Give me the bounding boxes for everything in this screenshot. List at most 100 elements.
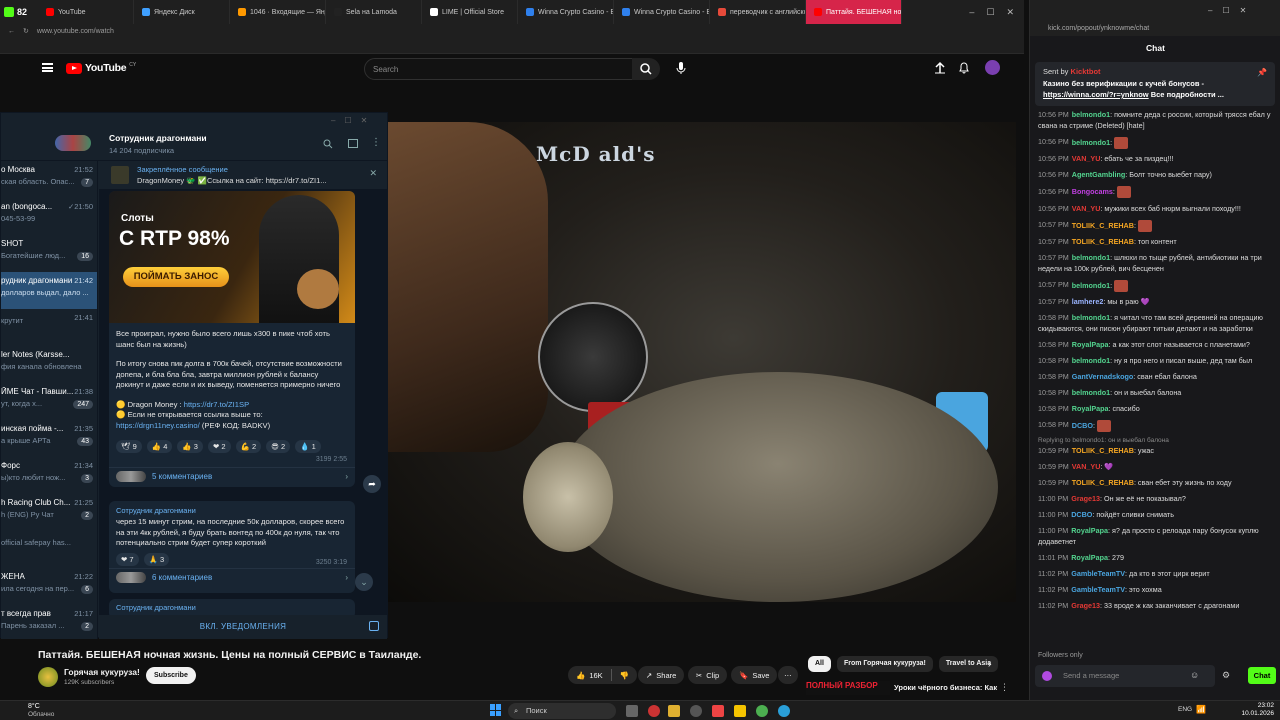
browser-tab[interactable]: 1046 · Входящие — Янде...	[230, 0, 326, 24]
reaction-chip[interactable]: 👍 4	[146, 440, 173, 453]
search-button[interactable]	[632, 58, 660, 80]
chat-list-item[interactable]: official safepay has...	[1, 531, 97, 568]
comments-link-2[interactable]: 6 комментариев ›	[109, 567, 355, 586]
message-username[interactable]: VAN_YU	[1072, 204, 1101, 213]
close-icon[interactable]: ✕	[1006, 7, 1014, 18]
pin-icon[interactable]: 📌	[1257, 68, 1267, 77]
search-input[interactable]: Search	[364, 58, 658, 80]
filter-chip[interactable]: All	[808, 656, 831, 672]
back-icon[interactable]: ←	[8, 28, 15, 35]
chat-list-item[interactable]: крутит 21:41	[1, 309, 97, 346]
browser-tab[interactable]: Яндекс Диск	[134, 0, 230, 24]
chat-list-item[interactable]: an (bongoca... 045-53-99 ✓21:50	[1, 198, 97, 235]
message-username[interactable]: Grage13	[1071, 601, 1100, 610]
subscribe-button[interactable]: Subscribe	[146, 667, 196, 684]
message-username[interactable]: TOLIIK_C_REHAB	[1072, 237, 1134, 246]
settings-icon[interactable]: ⚙	[1222, 670, 1230, 681]
window-controls[interactable]: –☐✕	[1208, 6, 1256, 15]
message-username[interactable]: RoyalPapa	[1071, 526, 1108, 535]
opera-icon[interactable]	[648, 705, 660, 717]
telegram-icon[interactable]	[778, 705, 790, 717]
message-username[interactable]: belmondo1	[1072, 356, 1110, 365]
yandex-icon[interactable]	[712, 705, 724, 717]
channel-name[interactable]: Горячая кукуруза!	[64, 667, 140, 677]
reaction-chip[interactable]: 😎 2	[266, 440, 291, 453]
clip-button[interactable]: ✂ Clip	[688, 666, 728, 684]
message-username[interactable]: GambleTeamTV	[1071, 585, 1125, 594]
create-icon[interactable]	[934, 61, 946, 75]
close-pinned-icon[interactable]: ✕	[369, 168, 377, 179]
chat-input[interactable]: Send a message	[1035, 665, 1215, 687]
file-explorer-icon[interactable]	[668, 705, 680, 717]
chat-list-item[interactable]: ler Notes (Karsse... фия канала обновлена	[1, 346, 97, 383]
post-author[interactable]: Сотрудник драгонмани	[109, 501, 355, 517]
message-username[interactable]: TOLIIK_C_REHAB	[1072, 478, 1134, 487]
browser-tab[interactable]: YouTube	[38, 0, 134, 24]
message-username[interactable]: VAN_YU	[1072, 462, 1101, 471]
chrome-icon[interactable]	[756, 705, 768, 717]
task-view-icon[interactable]	[626, 705, 638, 717]
ad-image[interactable]: Слоты С RTP 98% ПОЙМАТЬ ЗАНОС	[109, 191, 355, 323]
chat-list-item[interactable]: рудник драгонмани долларов выдал, дало ..…	[1, 272, 97, 309]
maximize-icon[interactable]: ☐	[986, 7, 994, 18]
chat-list-item[interactable]: ЙМЕ Чат - Павши... ут, когда х... 21:38 247	[1, 383, 97, 420]
pin-username[interactable]: Kicktbot	[1071, 67, 1101, 76]
sidebar-toggle-icon[interactable]	[348, 139, 358, 148]
clock-time[interactable]: 23:02	[1240, 702, 1274, 709]
browser-tab[interactable]: Паттайя. БЕШЕНАЯ ночн...	[806, 0, 902, 24]
video-player[interactable]: McD ald's	[388, 122, 1016, 602]
filter-chip[interactable]: From Горячая кукуруза!	[836, 656, 933, 672]
message-username[interactable]: DCBO	[1072, 420, 1093, 429]
minimize-icon[interactable]: –	[969, 7, 974, 18]
message-username[interactable]: belmondo1	[1072, 137, 1110, 146]
message-username[interactable]: RoyalPapa	[1071, 553, 1108, 562]
taskbar-search[interactable]: ⌕ Поиск	[508, 703, 616, 719]
message-username[interactable]: AgentGambling	[1072, 170, 1126, 179]
browser-tab[interactable]: Sela на Lamoda	[326, 0, 422, 24]
gift-icon[interactable]	[369, 621, 379, 631]
language-indicator[interactable]: ENG	[1178, 706, 1192, 713]
reaction-chip[interactable]: ❤ 7	[116, 552, 139, 566]
message-username[interactable]: TOLIIK_C_REHAB	[1072, 446, 1134, 455]
reaction-chip[interactable]: 🕊 9	[116, 440, 142, 453]
message-username[interactable]: lamhere2	[1072, 297, 1104, 306]
reload-icon[interactable]: ↻	[23, 27, 29, 35]
channel-title[interactable]: Сотрудник драгонмани	[109, 133, 207, 143]
reaction-chip[interactable]: 🙏 3	[143, 552, 170, 566]
pinned-chat-message[interactable]: Sent by Kicktbot Казино без верификации …	[1035, 62, 1275, 106]
youtube-logo[interactable]: YouTube CY	[66, 62, 136, 74]
forward-icon[interactable]: ➦	[363, 475, 381, 493]
message-username[interactable]: TOLIIK_C_REHAB	[1072, 220, 1134, 229]
chat-list-item[interactable]: ЖЕНА ила сегодня на пер... 21:22 6	[1, 568, 97, 605]
notifications-toggle[interactable]: ВКЛ. УВЕДОМЛЕНИЯ	[99, 615, 387, 639]
message-username[interactable]: VAN_YU	[1072, 154, 1101, 163]
message-username[interactable]: belmondo1	[1072, 110, 1110, 119]
reaction-chip[interactable]: ❤ 2	[207, 440, 231, 453]
message-username[interactable]: belmondo1	[1072, 253, 1110, 262]
message-username[interactable]: belmondo1	[1072, 280, 1110, 289]
chat-list-item[interactable]: о Москва ская область. Опас... 21:52 7	[1, 161, 97, 198]
message-username[interactable]: GantVernadskogo	[1072, 372, 1134, 381]
more-menu-icon[interactable]: ⋮	[371, 137, 381, 148]
more-actions-button[interactable]: ⋯	[778, 666, 798, 684]
save-button[interactable]: 🔖 Save	[731, 666, 778, 684]
message-username[interactable]: belmondo1	[1072, 388, 1110, 397]
browser-badge[interactable]: 82	[0, 0, 38, 24]
steam-icon[interactable]	[690, 705, 702, 717]
url-text[interactable]: www.youtube.com/watch	[37, 28, 114, 35]
browser-tab[interactable]: переводчик с английско...	[710, 0, 806, 24]
send-chat-button[interactable]: Chat	[1248, 667, 1276, 684]
address-bar[interactable]: ← ↻ www.youtube.com/watch	[0, 24, 1024, 38]
chevron-right-icon[interactable]: ›	[988, 659, 991, 669]
chat-list-item[interactable]: SHOT Богатейшие люд... 16	[1, 235, 97, 272]
message-username[interactable]: Grage13	[1071, 494, 1100, 503]
mic-icon[interactable]	[676, 61, 686, 75]
message-username[interactable]: RoyalPapa	[1072, 340, 1109, 349]
pin-link[interactable]: https://winna.com/?r=ynknow	[1043, 90, 1149, 99]
chat-list-item[interactable]: инская пойма -... а крыше АРТа 21:35 43	[1, 420, 97, 457]
message-username[interactable]: belmondo1	[1072, 313, 1110, 322]
app-icon[interactable]	[734, 705, 746, 717]
recommended-thumbnail[interactable]: ПОЛНЫЙ РАЗБОР	[806, 681, 890, 695]
message-username[interactable]: RoyalPapa	[1072, 404, 1109, 413]
windows-start-icon[interactable]	[490, 704, 502, 716]
